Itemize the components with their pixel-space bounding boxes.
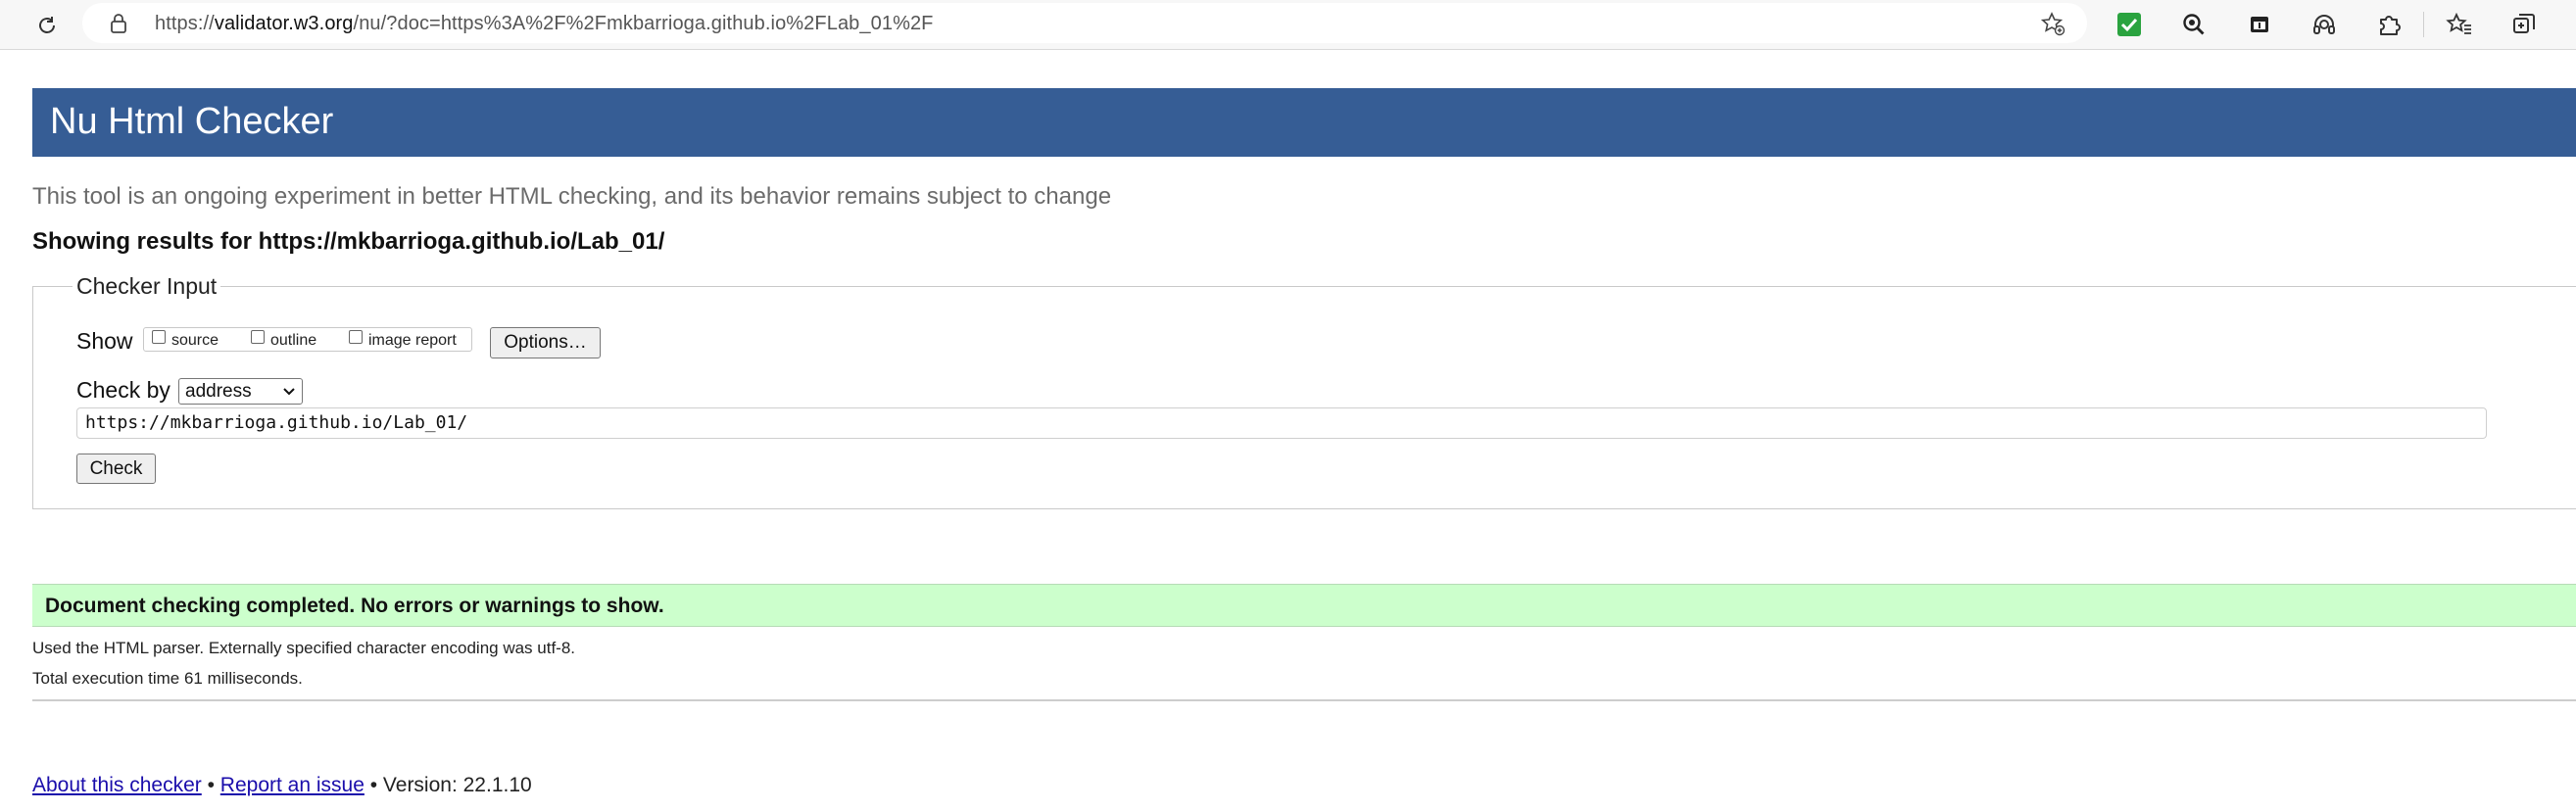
results-heading: Showing results for https://mkbarrioga.g… xyxy=(32,228,665,255)
source-checkbox-label[interactable]: source xyxy=(171,332,219,350)
footer-separator: • xyxy=(201,774,220,796)
outline-checkbox-label[interactable]: outline xyxy=(270,332,316,350)
footer-divider xyxy=(32,699,2576,701)
report-issue-link[interactable]: Report an issue xyxy=(220,774,365,796)
options-button[interactable]: Options… xyxy=(490,327,601,358)
page-title: Nu Html Checker xyxy=(50,101,334,142)
collections-icon[interactable] xyxy=(2507,8,2541,41)
chevron-down-icon xyxy=(283,388,295,396)
url-prefix: https:// xyxy=(155,13,215,34)
outline-checkbox[interactable] xyxy=(251,330,265,344)
checker-input-fieldset: Checker Input Show source outline image … xyxy=(32,273,2576,509)
version-text: • Version: 22.1.10 xyxy=(364,774,532,796)
address-bar[interactable]: https://validator.w3.org/nu/?doc=https%3… xyxy=(82,3,2087,43)
checker-input-legend: Checker Input xyxy=(73,273,221,300)
check-by-value: address xyxy=(185,381,252,402)
show-options-group: source outline image report xyxy=(143,327,472,352)
tool-description: This tool is an ongoing experiment in be… xyxy=(32,183,1112,210)
add-favorite-icon[interactable] xyxy=(2040,11,2066,36)
execution-time: Total execution time 61 milliseconds. xyxy=(32,669,303,688)
search-lens-icon[interactable] xyxy=(2177,8,2211,41)
reload-button[interactable] xyxy=(27,6,67,45)
check-by-label: Check by xyxy=(76,377,170,403)
puzzle-icon[interactable] xyxy=(2372,8,2406,41)
about-checker-link[interactable]: About this checker xyxy=(32,774,202,796)
lock-icon[interactable] xyxy=(110,13,127,34)
calendar-icon[interactable] xyxy=(2243,8,2276,41)
extension-checkmark-icon[interactable] xyxy=(2113,8,2146,41)
url-path: /nu/?doc=https%3A%2F%2Fmkbarrioga.github… xyxy=(353,13,934,34)
url-host: validator.w3.org xyxy=(214,13,354,34)
success-message-bar: Document checking completed. No errors o… xyxy=(32,584,2576,627)
source-checkbox[interactable] xyxy=(152,330,166,344)
parser-info: Used the HTML parser. Externally specifi… xyxy=(32,639,576,657)
success-message: Document checking completed. No errors o… xyxy=(45,595,664,617)
toolbar-separator xyxy=(2423,12,2424,37)
check-button[interactable]: Check xyxy=(76,454,156,484)
image-report-checkbox[interactable] xyxy=(349,330,363,344)
address-url[interactable]: https://validator.w3.org/nu/?doc=https%3… xyxy=(155,13,934,35)
browser-toolbar: https://validator.w3.org/nu/?doc=https%3… xyxy=(0,0,2576,50)
footer: About this checker • Report an issue • V… xyxy=(32,774,532,797)
document-url-input[interactable]: https://mkbarrioga.github.io/Lab_01/ xyxy=(76,407,2487,439)
favorites-icon[interactable] xyxy=(2443,8,2476,41)
reload-icon xyxy=(39,17,55,33)
image-report-checkbox-label[interactable]: image report xyxy=(368,332,457,350)
headphones-icon[interactable] xyxy=(2308,8,2341,41)
page-header: Nu Html Checker xyxy=(32,88,2576,157)
check-by-select[interactable]: address xyxy=(178,378,303,405)
show-label: Show xyxy=(76,328,133,354)
